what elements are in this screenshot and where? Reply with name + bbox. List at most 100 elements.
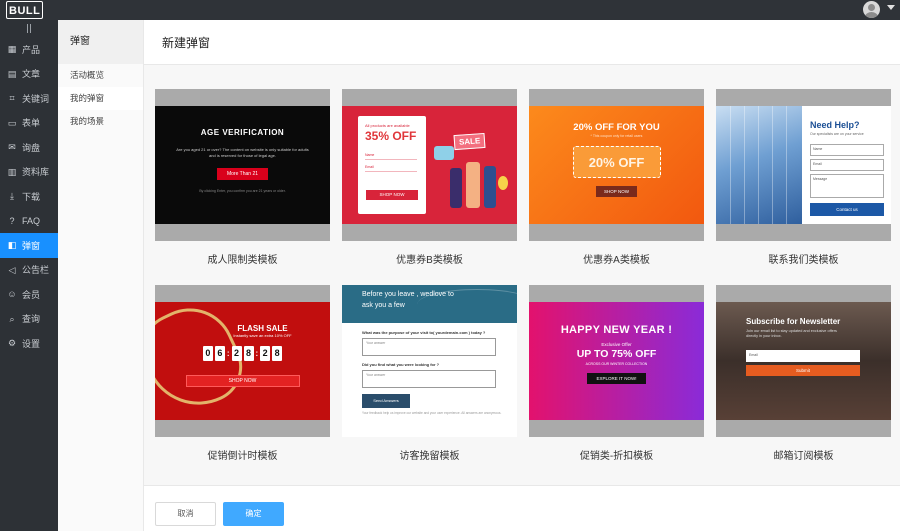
template-label: 邮箱订阅模板 [773, 451, 834, 462]
preview-button: SHOP NOW [185, 375, 300, 387]
sidebar-item-label: 下载 [22, 191, 41, 202]
coupon-a-preview: 20% OFF FOR YOU * This coupon only for r… [529, 106, 704, 224]
template-card-discount[interactable]: HAPPY NEW YEAR ! Exclusive Offer UP TO 7… [529, 285, 704, 437]
new-year-preview: HAPPY NEW YEAR ! Exclusive Offer UP TO 7… [529, 302, 704, 420]
sidebar-item-8[interactable]: ◧ 弹窗 [0, 233, 58, 258]
sidebar-item-2[interactable]: ⌗ 关键词 [0, 86, 58, 111]
avatar[interactable] [863, 1, 880, 18]
subnav-item-overview[interactable]: 活动概览 [58, 64, 143, 87]
preview-button: More Than 21 [216, 168, 269, 181]
subnav-item-my-scenes[interactable]: 我的场景 [58, 110, 143, 133]
age-verification-preview: AGE VERIFICATION Are you aged 21 or over… [155, 106, 330, 224]
timer-digit: 8 [272, 346, 283, 361]
sidebar-item-label: 表单 [22, 118, 41, 129]
brand-logo[interactable]: BULL [6, 1, 44, 19]
contact-preview: Need Help? Our specialists are on your s… [716, 106, 891, 224]
megaphone-icon: ◁ [8, 264, 16, 275]
sidebar-item-label: FAQ [22, 215, 41, 226]
timer-digit: 2 [260, 346, 271, 361]
preview-field: Your answer [362, 338, 496, 357]
preview-headline: UP TO 75% OFF [576, 348, 657, 360]
preview-note: ACROSS OUR WINTER COLLECTION [585, 362, 648, 366]
survey-question: What was the purpose of your visit to( y… [362, 330, 486, 335]
sidebar-item-10[interactable]: ☺ 会员 [0, 282, 58, 307]
popup-icon: ◧ [7, 240, 17, 251]
survey-question: Did you find what you were looking for ? [362, 362, 440, 368]
template-card-contact[interactable]: Need Help? Our specialists are on your s… [716, 89, 891, 241]
cancel-button[interactable]: 取消 [155, 502, 216, 526]
contact-form: Need Help? Our specialists are on your s… [810, 106, 884, 216]
preview-title: AGE VERIFICATION [200, 128, 285, 137]
subnav-title: 弹窗 [58, 20, 143, 64]
template-card-countdown[interactable]: FLASH SALE Instantly save an extra 10% O… [155, 285, 330, 437]
preview-field: Email [365, 165, 417, 172]
preview-note: All products are available [365, 123, 410, 128]
preview-title: 20% OFF FOR YOU [573, 122, 660, 133]
shopper-figure [484, 166, 496, 208]
template-card-coupon-b[interactable]: All products are available 35% OFF Name … [342, 89, 517, 241]
survey-header: Before you leave , wedlove to ask you a … [342, 285, 517, 323]
sidebar-item-11[interactable]: ⌕ 查询 [0, 307, 58, 332]
sidebar-item-label: 产品 [22, 44, 41, 55]
preview-field: Name [365, 153, 417, 160]
sidebar-item-label: 询盘 [22, 142, 41, 153]
template-label: 促销类-折扣模板 [579, 451, 654, 462]
template-label: 联系我们类模板 [768, 255, 839, 266]
footer-actions: 取消 确定 [144, 485, 900, 531]
timer-digit: 6 [214, 346, 225, 361]
sidebar-item-9[interactable]: ◁ 公告栏 [0, 258, 58, 283]
preview-button: EXPLORE IT NOW! [586, 373, 647, 384]
preview-field: Message [810, 174, 884, 198]
sidebar: ▦ 产品 ▤ 文章 ⌗ 关键词 ▭ 表单 ✉ 询盘 ▥ 资料库 ⤓ 下载? FAQ ◧ 弹窗 ◁ 公告栏 ☺ 会员 ⌕ 查询… [0, 20, 58, 531]
sidebar-item-label: 公告栏 [22, 265, 50, 276]
preview-button: Contact us [810, 203, 884, 216]
collapse-icon [27, 24, 31, 33]
timer-digit: 0 [202, 346, 213, 361]
countdown-timer: 0 6 : 2 8 : 2 8 [155, 346, 330, 361]
shopper-figure [466, 162, 480, 208]
template-card-coupon-a[interactable]: 20% OFF FOR YOU * This coupon only for r… [529, 89, 704, 241]
preview-headline: 35% OFF [365, 129, 417, 143]
sidebar-item-3[interactable]: ▭ 表单 [0, 111, 58, 136]
preview-note: By clicking Enter, you confirm you are 2… [199, 189, 286, 194]
sidebar-collapse-button[interactable] [0, 20, 58, 37]
subnav-item-my-popups[interactable]: 我的弹窗 [58, 87, 143, 110]
form-icon: ▭ [7, 117, 17, 128]
preview-button: Send Answers [362, 394, 410, 409]
sidebar-item-5[interactable]: ▥ 资料库 [0, 160, 58, 185]
sidebar-item-0[interactable]: ▦ 产品 [0, 37, 58, 62]
sidebar-item-label: 关键词 [22, 93, 50, 104]
preview-subtitle: Instantly save an extra 10% OFF [233, 333, 292, 338]
sidebar-item-6[interactable]: ⤓ 下载 [0, 184, 58, 209]
sidebar-item-7[interactable]: ? FAQ [0, 209, 58, 234]
shopper-figure [450, 168, 462, 208]
sidebar-item-4[interactable]: ✉ 询盘 [0, 135, 58, 160]
faq-icon: ? [9, 215, 15, 226]
sidebar-item-12[interactable]: ⚙ 设置 [0, 331, 58, 356]
preview-title: Need Help? [810, 120, 860, 130]
confirm-button[interactable]: 确定 [223, 502, 284, 526]
newsletter-preview: Subscribe for Newsletter Join our email … [716, 302, 891, 420]
sidebar-item-label: 会员 [22, 289, 41, 300]
preview-subtitle: Join our email list to stay updated and … [746, 329, 837, 338]
search-icon: ⌕ [9, 313, 15, 324]
sidebar-item-1[interactable]: ▤ 文章 [0, 62, 58, 87]
template-label: 成人限制类模板 [207, 255, 278, 266]
sidebar-item-label: 弹窗 [22, 240, 41, 251]
template-card-newsletter[interactable]: Subscribe for Newsletter Join our email … [716, 285, 891, 437]
countdown-preview: FLASH SALE Instantly save an extra 10% O… [155, 302, 330, 420]
preview-note: * This coupon only for retail users [590, 134, 643, 138]
document-icon: ▤ [7, 68, 17, 79]
preview-subtitle: Exclusive Offer [601, 342, 632, 347]
template-card-age[interactable]: AGE VERIFICATION Are you aged 21 or over… [155, 89, 330, 241]
chevron-down-icon[interactable] [887, 5, 895, 10]
sidebar-item-label: 查询 [22, 314, 41, 325]
coupon-panel: All products are available 35% OFF Name … [358, 116, 426, 214]
members-icon: ☺ [7, 289, 17, 300]
gear-icon: ⚙ [7, 338, 17, 349]
template-card-exit[interactable]: Before you leave , wedlove to ask you a … [342, 285, 517, 437]
preview-field: Email [746, 350, 860, 362]
preview-note: Your feedback help us improve our websit… [362, 411, 502, 416]
preview-title: ask you a few [362, 302, 405, 310]
ribbon-decoration [155, 302, 254, 420]
